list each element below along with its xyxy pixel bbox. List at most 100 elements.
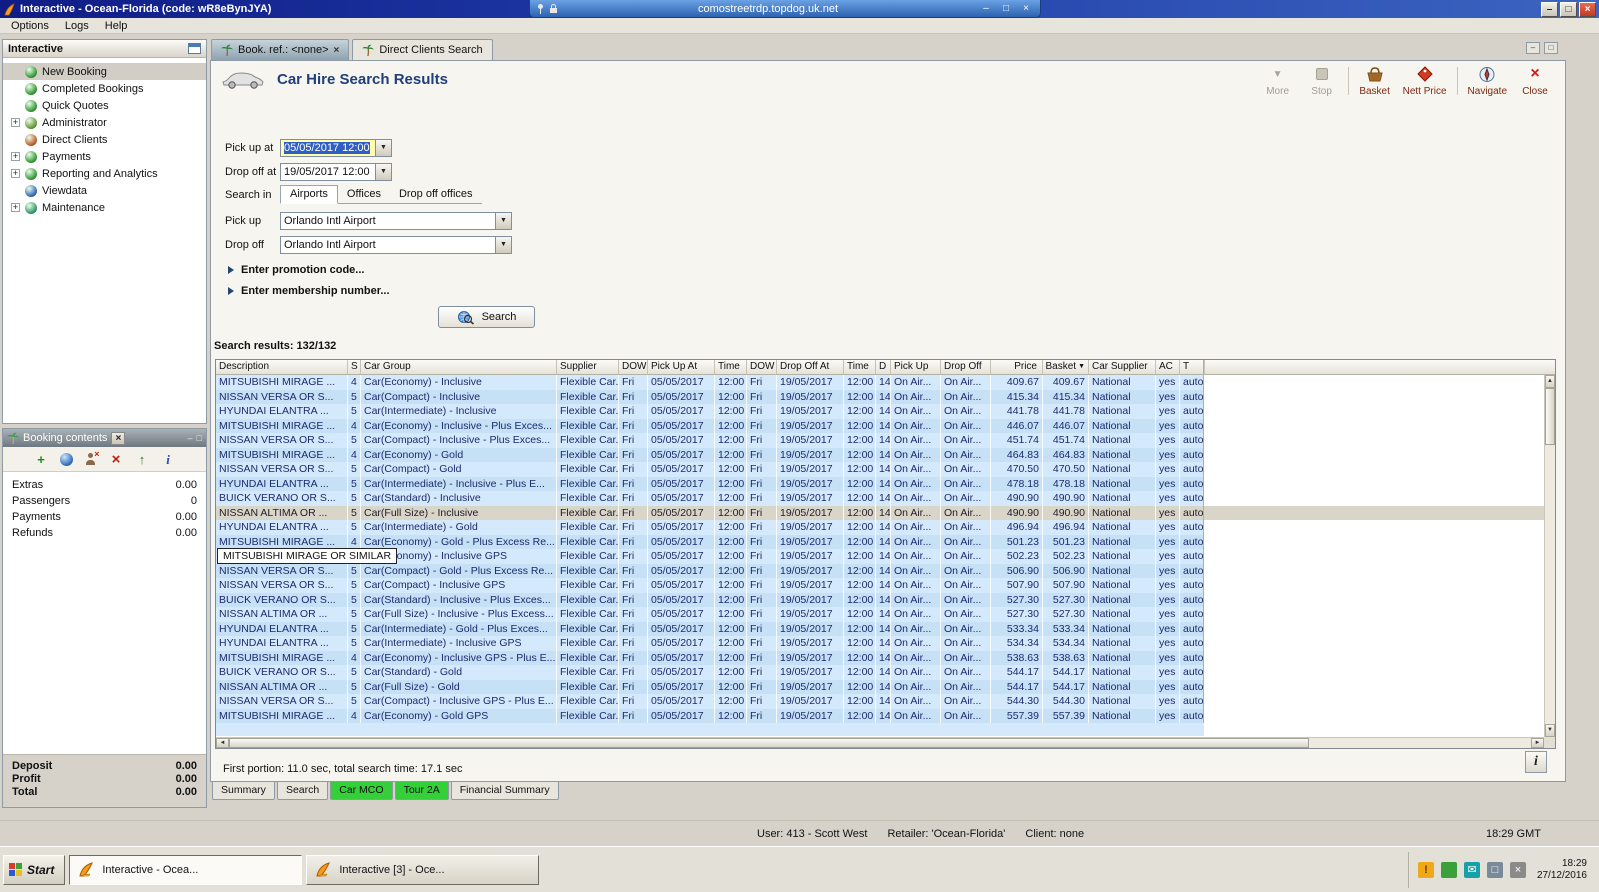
task-button[interactable]: Interactive [3] - Oce... bbox=[306, 854, 540, 885]
dropoff-at-dropdown[interactable]: ▼ bbox=[376, 162, 392, 181]
column-header[interactable]: Time bbox=[844, 360, 876, 374]
sidebar-item[interactable]: + Maintenance bbox=[3, 199, 206, 216]
volume-muted-icon[interactable]: × bbox=[1509, 861, 1526, 878]
document-tab[interactable]: Direct Clients Search × bbox=[352, 39, 493, 60]
delete-icon[interactable]: × bbox=[109, 452, 124, 467]
scroll-down-icon[interactable]: ▼ bbox=[1545, 724, 1555, 737]
table-row[interactable]: MITSUBISHI MIRAGE ... 4 Car(Economy) - I… bbox=[216, 375, 1544, 390]
column-header[interactable]: Basket ▼ bbox=[1043, 360, 1089, 374]
membership-expander[interactable]: Enter membership number... bbox=[228, 285, 390, 297]
stop-button[interactable]: Stop bbox=[1300, 65, 1344, 97]
table-row[interactable]: BUICK VERANO OR S... 5 Car(Standard) - G… bbox=[216, 665, 1544, 680]
table-row[interactable]: NISSAN VERSA OR S... 5 Car(Compact) - Go… bbox=[216, 462, 1544, 477]
pickup-at-field[interactable]: 05/05/2017 12:00 bbox=[280, 138, 376, 157]
document-tab[interactable]: Book. ref.: <none> × bbox=[211, 39, 350, 60]
close-button[interactable]: × bbox=[1579, 1, 1596, 17]
table-row[interactable]: MITSUBISHI MIRAGE ... 4 Car(Economy) - G… bbox=[216, 534, 1544, 549]
column-header[interactable]: Description bbox=[216, 360, 348, 374]
sidebar-item[interactable]: + Administrator bbox=[3, 114, 206, 131]
expand-icon[interactable]: + bbox=[11, 203, 20, 212]
horizontal-scrollbar[interactable]: ◄ ► bbox=[216, 737, 1544, 748]
scroll-left-icon[interactable]: ◄ bbox=[216, 738, 229, 748]
menu-item[interactable]: Help bbox=[97, 19, 136, 33]
search-in-tab[interactable]: Drop off offices bbox=[390, 186, 482, 203]
pickup-combo-dropdown[interactable]: ▼ bbox=[496, 211, 512, 230]
nett-price-button[interactable]: Nett Price bbox=[1397, 65, 1453, 97]
column-header[interactable]: Car Group bbox=[361, 360, 557, 374]
booking-close-button[interactable]: × bbox=[111, 431, 126, 445]
bottom-tab[interactable]: Financial Summary bbox=[450, 782, 559, 800]
pickup-combo[interactable]: Orlando Intl Airport bbox=[280, 211, 496, 230]
sidebar-item[interactable]: + Payments bbox=[3, 148, 206, 165]
table-row[interactable]: NISSAN ALTIMA OR ... 5 Car(Full Size) - … bbox=[216, 679, 1544, 694]
table-row[interactable]: MITSUBISHI MIRAGE ... 4 Car(Economy) - I… bbox=[216, 549, 1544, 564]
pickup-at-dropdown[interactable]: ▼ bbox=[376, 138, 392, 157]
table-row[interactable]: MITSUBISHI MIRAGE ... 4 Car(Economy) - I… bbox=[216, 650, 1544, 665]
table-row[interactable]: MITSUBISHI MIRAGE ... 4 Car(Economy) - G… bbox=[216, 447, 1544, 462]
tab-minimize-icon[interactable]: – bbox=[1526, 42, 1540, 54]
column-header[interactable]: D bbox=[876, 360, 891, 374]
column-header[interactable]: DOW bbox=[747, 360, 777, 374]
search-in-tab[interactable]: Offices bbox=[338, 186, 390, 203]
dropoff-combo-dropdown[interactable]: ▼ bbox=[496, 235, 512, 254]
close-results-button[interactable]: × Close bbox=[1513, 65, 1557, 98]
sidebar-item[interactable]: + New Booking bbox=[3, 63, 206, 80]
scroll-up-icon[interactable]: ▲ bbox=[1545, 375, 1555, 388]
vertical-scrollbar[interactable]: ▲ ▼ bbox=[1544, 375, 1555, 737]
info-icon[interactable]: i bbox=[161, 452, 176, 467]
bottom-tab[interactable]: Tour 2A bbox=[394, 782, 449, 800]
table-row[interactable]: NISSAN ALTIMA OR ... 5 Car(Full Size) - … bbox=[216, 505, 1544, 520]
table-row[interactable]: BUICK VERANO OR S... 5 Car(Standard) - I… bbox=[216, 491, 1544, 506]
remove-client-icon[interactable]: × bbox=[84, 449, 100, 466]
table-row[interactable]: NISSAN VERSA OR S... 5 Car(Compact) - In… bbox=[216, 578, 1544, 593]
table-row[interactable]: MITSUBISHI MIRAGE ... 4 Car(Economy) - I… bbox=[216, 418, 1544, 433]
table-row[interactable]: MITSUBISHI MIRAGE ... 4 Car(Economy) - G… bbox=[216, 708, 1544, 723]
table-row[interactable]: HYUNDAI ELANTRA ... 5 Car(Intermediate) … bbox=[216, 476, 1544, 491]
minimize-button[interactable]: – bbox=[1541, 1, 1558, 17]
expand-icon[interactable]: + bbox=[11, 169, 20, 178]
sidebar-item[interactable]: + Reporting and Analytics bbox=[3, 165, 206, 182]
bottom-tab[interactable]: Summary bbox=[212, 782, 275, 800]
column-header[interactable]: Supplier bbox=[557, 360, 619, 374]
column-header[interactable]: DOW bbox=[619, 360, 648, 374]
dropoff-combo[interactable]: Orlando Intl Airport bbox=[280, 235, 496, 254]
bottom-tab[interactable]: Car MCO bbox=[330, 782, 393, 800]
expand-icon[interactable]: + bbox=[11, 118, 20, 127]
table-row[interactable]: NISSAN VERSA OR S... 5 Car(Compact) - In… bbox=[216, 389, 1544, 404]
search-button[interactable]: Search bbox=[438, 306, 535, 328]
table-row[interactable]: NISSAN VERSA OR S... 5 Car(Compact) - In… bbox=[216, 433, 1544, 448]
network-icon[interactable] bbox=[1440, 861, 1457, 878]
table-row[interactable]: HYUNDAI ELANTRA ... 5 Car(Intermediate) … bbox=[216, 621, 1544, 636]
task-button[interactable]: Interactive - Ocea... bbox=[69, 854, 303, 885]
rdp-minimize-button[interactable]: – bbox=[978, 2, 994, 16]
globe-icon[interactable] bbox=[59, 452, 73, 466]
tab-restore-icon[interactable]: □ bbox=[1544, 42, 1558, 54]
table-row[interactable]: NISSAN VERSA OR S... 5 Car(Compact) - Go… bbox=[216, 563, 1544, 578]
vertical-scroll-thumb[interactable] bbox=[1545, 388, 1555, 445]
column-header[interactable]: Time bbox=[715, 360, 747, 374]
column-header[interactable]: T bbox=[1180, 360, 1204, 374]
promo-code-expander[interactable]: Enter promotion code... bbox=[228, 264, 364, 276]
column-header[interactable]: Price bbox=[991, 360, 1043, 374]
more-button[interactable]: ▼ More bbox=[1256, 65, 1300, 98]
bottom-tab[interactable]: Search bbox=[276, 782, 329, 800]
basket-button[interactable]: Basket bbox=[1353, 65, 1397, 97]
menu-item[interactable]: Logs bbox=[57, 19, 97, 33]
sidebar-minimize-icon[interactable] bbox=[188, 43, 201, 54]
table-row[interactable]: NISSAN ALTIMA OR ... 5 Car(Full Size) - … bbox=[216, 607, 1544, 622]
pin-icon[interactable] bbox=[536, 3, 545, 15]
table-row[interactable]: HYUNDAI ELANTRA ... 5 Car(Intermediate) … bbox=[216, 520, 1544, 535]
column-header[interactable]: Pick Up bbox=[891, 360, 941, 374]
column-header[interactable]: Car Supplier bbox=[1089, 360, 1156, 374]
table-row[interactable]: BUICK VERANO OR S... 5 Car(Standard) - I… bbox=[216, 592, 1544, 607]
table-row[interactable]: HYUNDAI ELANTRA ... 5 Car(Intermediate) … bbox=[216, 636, 1544, 651]
add-icon[interactable]: + bbox=[34, 452, 49, 467]
column-header[interactable]: S bbox=[348, 360, 361, 374]
start-button[interactable]: Start bbox=[3, 854, 66, 885]
tab-close-icon[interactable]: × bbox=[334, 45, 340, 56]
maximize-button[interactable]: □ bbox=[1560, 1, 1577, 17]
taskbar-clock[interactable]: 18:29 27/12/2016 bbox=[1533, 858, 1587, 882]
table-row[interactable]: HYUNDAI ELANTRA ... 5 Car(Intermediate) … bbox=[216, 404, 1544, 419]
export-icon[interactable]: ↑ bbox=[135, 452, 150, 467]
rdp-restore-button[interactable]: □ bbox=[998, 2, 1014, 16]
